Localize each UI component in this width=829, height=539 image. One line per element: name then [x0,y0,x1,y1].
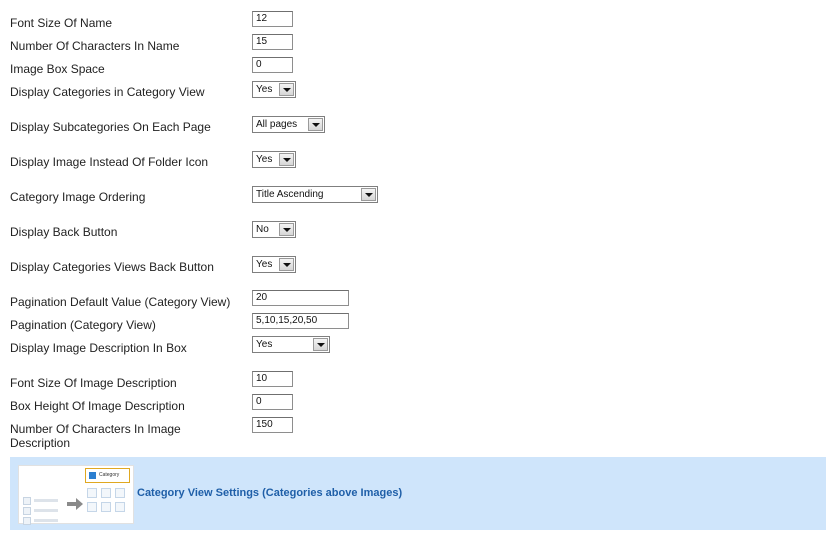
select-value: No [256,224,269,235]
image-box-space-input[interactable]: 0 [252,57,293,73]
label-display-categories-in-category-view: Display Categories in Category View [10,85,205,99]
ghost-square [23,497,31,505]
label-display-categories-views-back-button: Display Categories Views Back Button [10,260,214,274]
ghost-category-row [23,507,59,515]
pagination-default-value-input[interactable]: 20 [252,290,349,306]
display-categories-in-category-view-select[interactable]: Yes [252,81,296,98]
display-image-instead-of-folder-icon-select[interactable]: Yes [252,151,296,168]
label-font-size-of-image-description: Font Size Of Image Description [10,376,177,390]
grid-cell [101,502,111,512]
label-font-size-of-name: Font Size Of Name [10,16,113,30]
pagination-category-view-input[interactable]: 5,10,15,20,50 [252,313,349,329]
display-subcategories-on-each-page-select[interactable]: All pages [252,116,325,133]
category-view-settings-banner[interactable]: Category Category View Settings (Categor… [10,457,826,530]
display-back-button-select[interactable]: No [252,221,296,238]
box-height-of-image-description-input[interactable]: 0 [252,394,293,410]
chevron-down-icon[interactable] [279,83,294,96]
chevron-down-icon[interactable] [279,258,294,271]
number-of-characters-in-image-description-input[interactable]: 150 [252,417,293,433]
select-value: Yes [256,154,273,165]
label-display-image-description-in-box: Display Image Description In Box [10,341,187,355]
select-value: Yes [256,84,273,95]
ghost-square [23,507,31,515]
font-size-of-image-description-input[interactable]: 10 [252,371,293,387]
category-box: Category [85,468,130,483]
select-value: All pages [256,119,298,130]
label-number-of-characters-in-image-description: Number Of Characters In Image Descriptio… [10,422,181,450]
grid-cell [115,488,125,498]
grid-cell [87,502,97,512]
label-number-of-characters-in-name: Number Of Characters In Name [10,39,180,53]
label-display-image-instead-of-folder-icon: Display Image Instead Of Folder Icon [10,155,209,169]
ghost-square [23,517,31,525]
display-image-description-in-box-select[interactable]: Yes [252,336,330,353]
number-of-characters-in-name-input[interactable]: 15 [252,34,293,50]
ghost-category-row [23,517,59,525]
chevron-down-icon[interactable] [361,188,376,201]
label-box-height-of-image-description: Box Height Of Image Description [10,399,185,413]
chevron-down-icon[interactable] [279,223,294,236]
chevron-down-icon[interactable] [279,153,294,166]
ghost-line [34,509,58,512]
arrow-right-icon [67,498,83,510]
select-value: Yes [256,339,273,350]
grid-cell [87,488,97,498]
category-settings-panel: Font Size Of Name 12 Number Of Character… [0,0,829,539]
banner-title[interactable]: Category View Settings (Categories above… [137,487,402,499]
category-square [89,472,96,479]
ghost-line [34,519,58,522]
category-box-label: Category [99,472,120,478]
grid-cell [101,488,111,498]
image-grid [87,488,129,520]
category-image-ordering-select[interactable]: Title Ascending [252,186,378,203]
chevron-down-icon[interactable] [313,338,328,351]
label-display-back-button: Display Back Button [10,225,118,239]
chevron-down-icon[interactable] [308,118,323,131]
label-display-subcategories-on-each-page: Display Subcategories On Each Page [10,120,211,134]
display-categories-views-back-button-select[interactable]: Yes [252,256,296,273]
select-value: Yes [256,259,273,270]
label-image-box-space: Image Box Space [10,62,105,76]
ghost-line [34,499,58,502]
select-value: Title Ascending [256,189,324,200]
label-pagination-default-value: Pagination Default Value (Category View) [10,295,231,309]
label-pagination-category-view: Pagination (Category View) [10,318,156,332]
grid-cell [115,502,125,512]
category-layout-preview-icon: Category [18,465,134,525]
ghost-category-row [23,497,59,505]
label-category-image-ordering: Category Image Ordering [10,190,146,204]
font-size-of-name-input[interactable]: 12 [252,11,293,27]
